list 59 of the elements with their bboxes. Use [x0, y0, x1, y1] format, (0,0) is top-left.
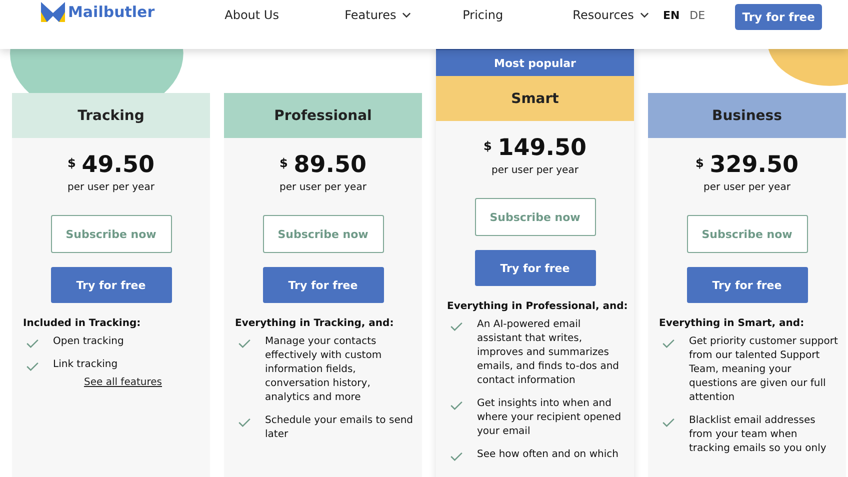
feature-text: See how often and on which	[477, 448, 618, 462]
envelope-logo-icon	[40, 1, 66, 23]
feature-text: Manage your contacts effectively with custom information fields, conversation history, analytics and more	[265, 335, 383, 405]
subscribe-button[interactable]: Subscribe now	[262, 215, 384, 253]
feature-text: Open tracking	[53, 335, 124, 349]
currency-symbol: $	[279, 156, 288, 170]
price-amount: 149.50	[498, 135, 587, 161]
language-link[interactable]: DE	[690, 9, 706, 22]
plan-title: Business	[648, 93, 846, 138]
currency-symbol: $	[483, 139, 492, 153]
nav-link[interactable]: Resources	[572, 8, 649, 22]
features-heading: Everything in Professional, and:	[447, 301, 628, 312]
feature-text: Blacklist email addresses from your team when tracking emails so you only	[689, 414, 828, 456]
price-period: per user per year	[280, 182, 366, 193]
language-link[interactable]: EN	[662, 9, 680, 22]
plan-title: Smart	[436, 76, 634, 121]
try-for-free-button[interactable]: Try for free	[262, 267, 384, 303]
price-amount: 329.50	[710, 152, 799, 178]
checkmark-icon	[450, 452, 463, 461]
plan-title: Tracking	[12, 93, 210, 138]
features-heading: Included in Tracking:	[23, 318, 141, 329]
subscribe-button[interactable]: Subscribe now	[474, 198, 596, 236]
checkmark-icon	[662, 339, 675, 348]
currency-symbol: $	[67, 156, 76, 170]
plan-title: Professional	[224, 93, 422, 138]
logo-text[interactable]: Mailbutler	[68, 3, 155, 21]
subscribe-button[interactable]: Subscribe now	[686, 215, 808, 253]
most-popular-banner: Most popular	[436, 49, 634, 76]
price-period: per user per year	[68, 182, 154, 193]
chevron-down-icon	[640, 12, 649, 18]
checkmark-icon	[26, 339, 39, 348]
feature-text: An AI-powered email assistant that writes, improves and summarizes emails, and finds to-dos and contact information	[477, 318, 620, 388]
checkmark-icon	[26, 362, 39, 371]
price-amount: 89.50	[294, 152, 367, 178]
feature-text: Get priority customer support from our talented Support Team, meaning your questions are given our full attention	[689, 335, 838, 405]
price-period: per user per year	[492, 165, 578, 176]
nav-link[interactable]: Features	[344, 8, 463, 22]
try-for-free-button[interactable]: Try for free	[474, 250, 596, 286]
checkmark-icon	[238, 339, 251, 348]
subscribe-button[interactable]: Subscribe now	[50, 215, 172, 253]
price-amount: 49.50	[82, 152, 155, 178]
try-for-free-button[interactable]: Try for free	[735, 4, 822, 30]
checkmark-icon	[662, 418, 675, 427]
nav-link[interactable]: About Us	[224, 8, 345, 22]
checkmark-icon	[450, 322, 463, 331]
nav-link[interactable]: Pricing	[462, 8, 573, 22]
see-all-features-link[interactable]: See all features	[84, 377, 162, 388]
features-heading: Everything in Tracking, and:	[235, 318, 394, 329]
features-heading: Everything in Smart, and:	[659, 318, 804, 329]
currency-symbol: $	[695, 156, 704, 170]
price-period: per user per year	[704, 182, 790, 193]
checkmark-icon	[238, 418, 251, 427]
feature-text: Schedule your emails to send later	[265, 414, 414, 442]
try-for-free-button[interactable]: Try for free	[686, 267, 808, 303]
checkmark-icon	[450, 401, 463, 410]
chevron-down-icon	[402, 12, 412, 18]
feature-text: Get insights into when and where your recipient opened your email	[477, 397, 622, 439]
try-for-free-button[interactable]: Try for free	[50, 267, 172, 303]
feature-text: Link tracking	[53, 358, 118, 372]
